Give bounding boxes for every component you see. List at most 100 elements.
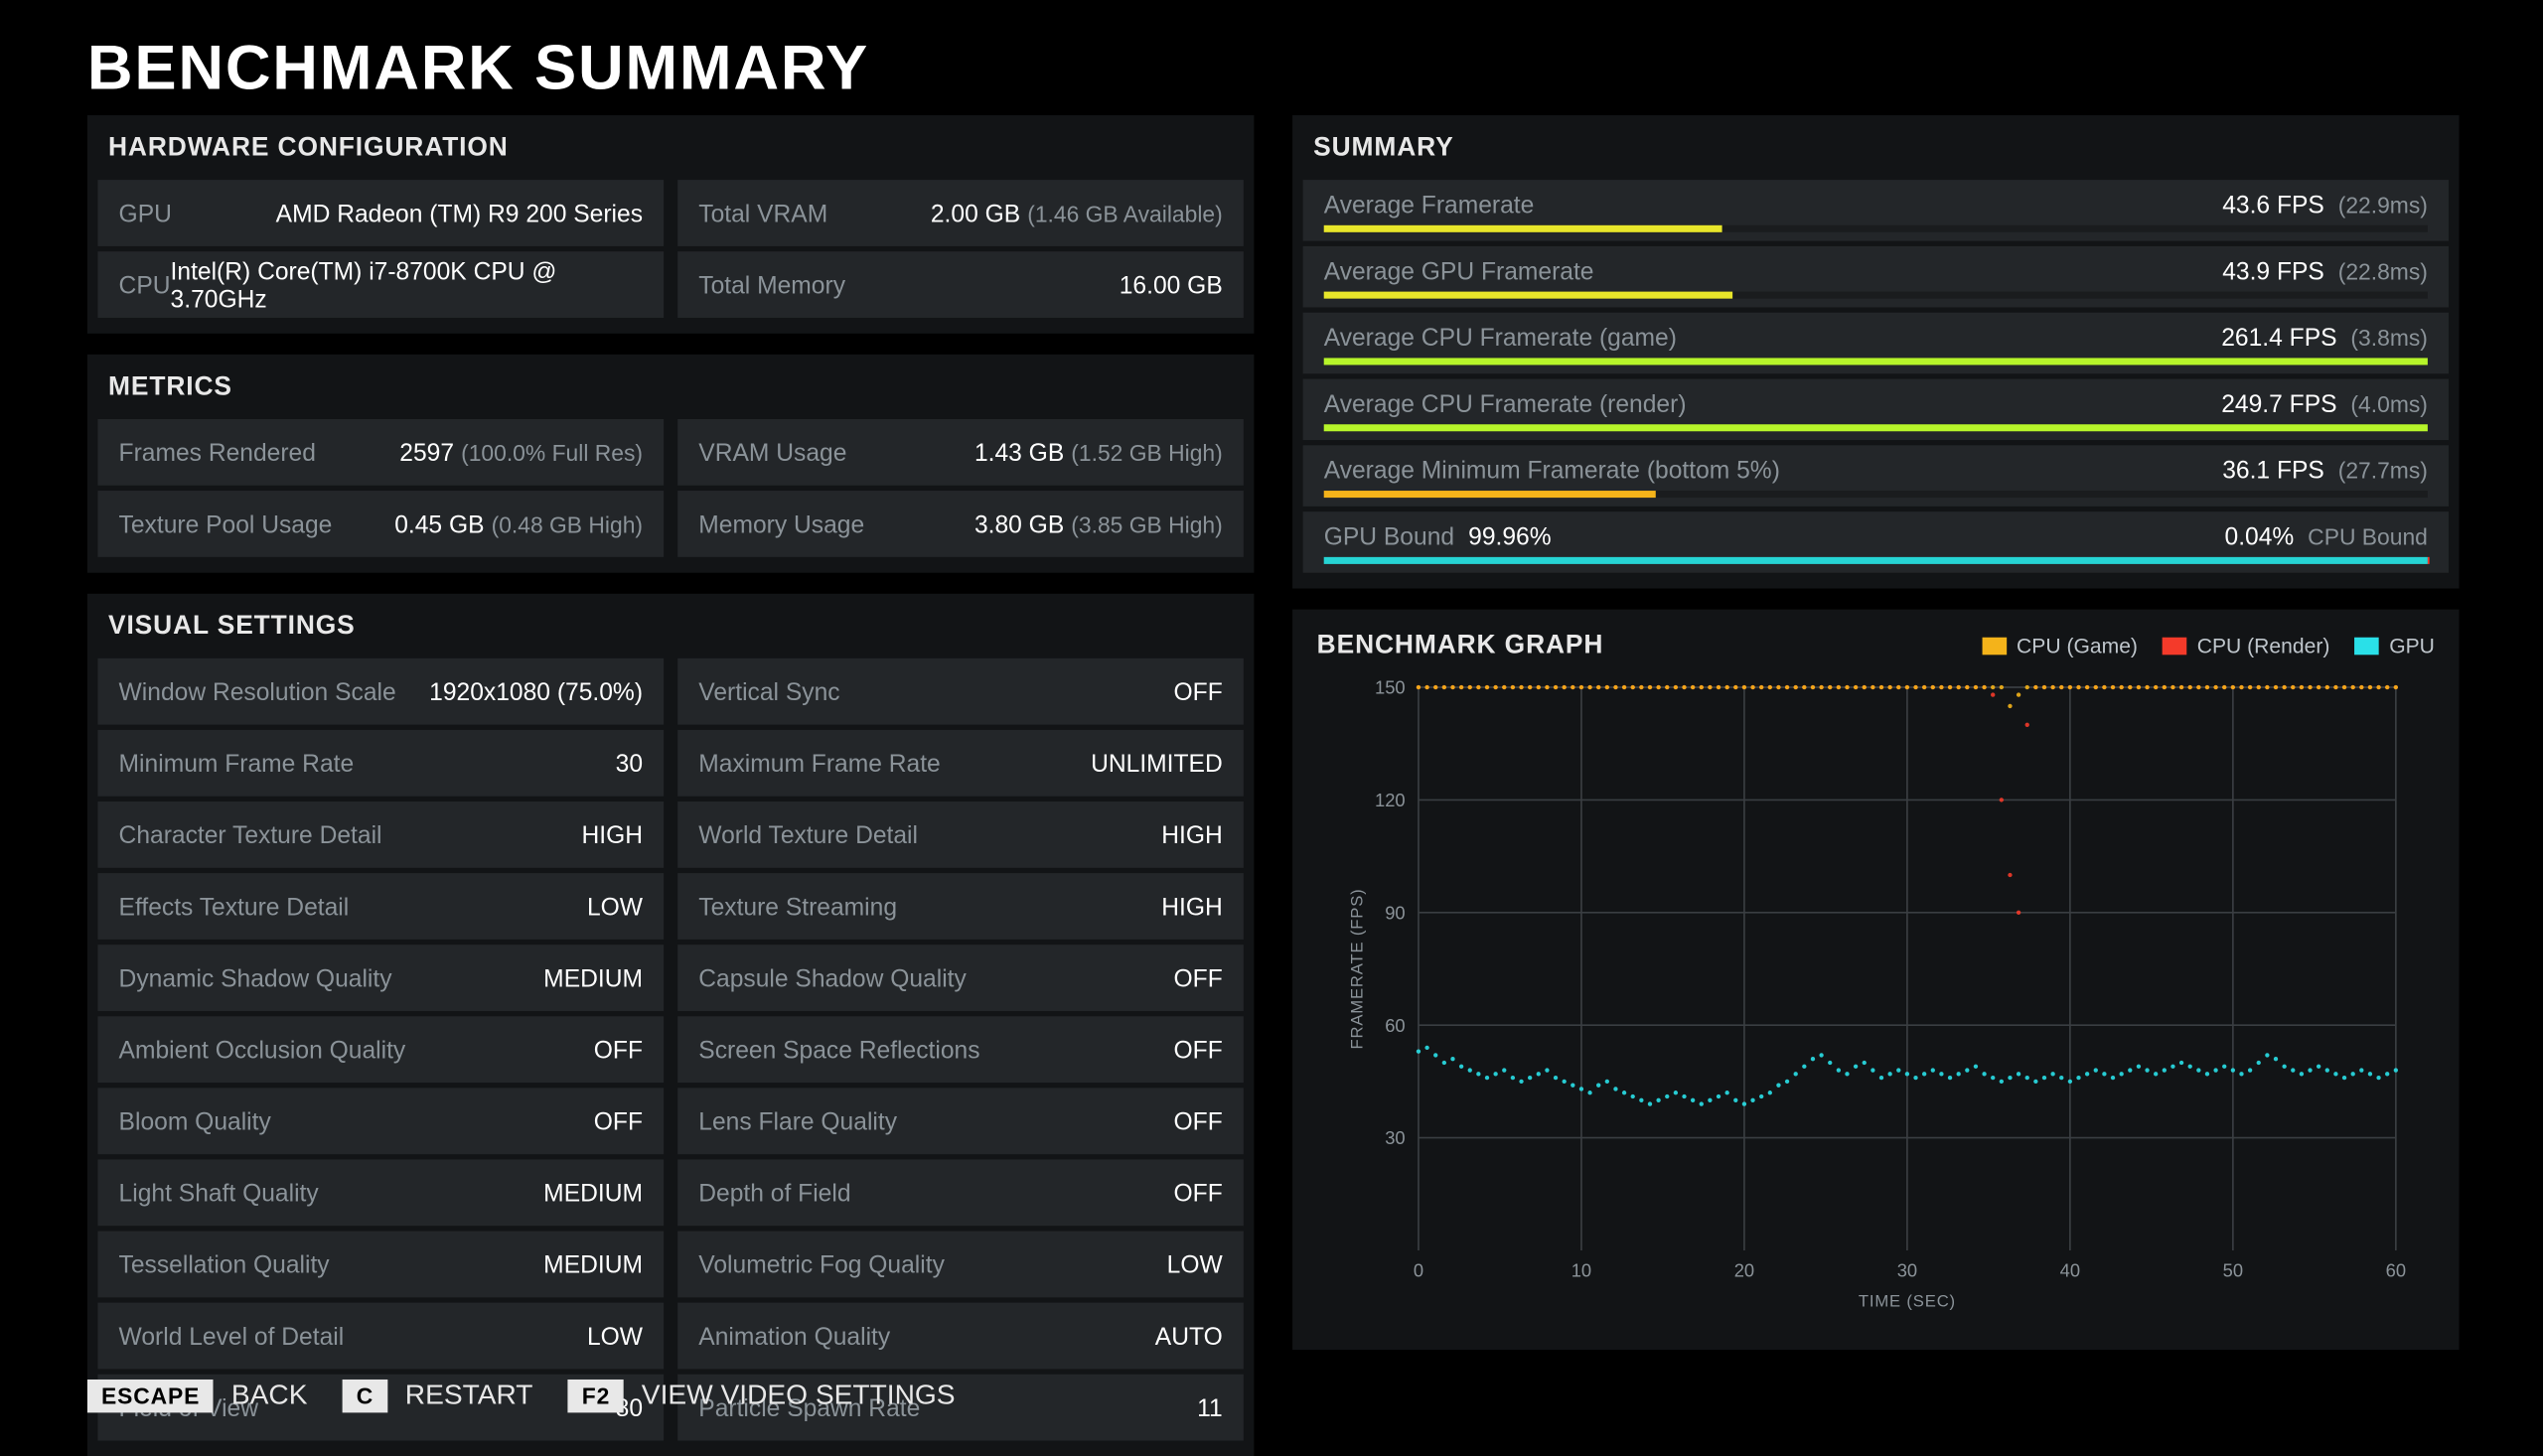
summary-section: SUMMARY Average Framerate43.6 FPS (22.9m…	[1292, 115, 2459, 588]
setting-row[interactable]: Minimum Frame Rate 30	[97, 730, 664, 797]
benchmark-graph: 0102030405060306090120150TIME (SEC)FRAME…	[1310, 674, 2439, 1317]
setting-row[interactable]: Capsule Shadow QualityOFF	[677, 945, 1244, 1011]
setting-row[interactable]: Volumetric Fog QualityLOW	[677, 1232, 1244, 1298]
setting-value: UNLIMITED	[1091, 749, 1223, 777]
svg-text:60: 60	[2386, 1260, 2406, 1281]
setting-value: AUTO	[1155, 1322, 1223, 1350]
hw-memory-label: Total Memory	[698, 271, 845, 299]
setting-label: Minimum Frame Rate	[119, 749, 355, 777]
setting-row[interactable]: Character Texture DetailHIGH	[97, 801, 664, 868]
setting-row[interactable]: Vertical Sync OFF	[677, 658, 1244, 725]
benchmark-graph-title: BENCHMARK GRAPH	[1317, 631, 1604, 660]
setting-value: LOW	[587, 892, 643, 920]
summary-label: Average Minimum Framerate (bottom 5%)	[1324, 456, 1780, 484]
setting-label: Effects Texture Detail	[119, 892, 350, 920]
hw-gpu: GPU AMD Radeon (TM) R9 200 Series	[97, 180, 664, 246]
summary-value: 43.6 FPS (22.9ms)	[2222, 191, 2428, 218]
summary-item: Average Framerate43.6 FPS (22.9ms)	[1303, 180, 2449, 241]
summary-bar	[1324, 225, 1721, 232]
setting-value: HIGH	[1161, 820, 1223, 848]
met-texpool: Texture Pool Usage 0.45 GB(0.48 GB High)	[97, 491, 664, 557]
met-vram: VRAM Usage 1.43 GB(1.52 GB High)	[677, 419, 1244, 486]
setting-label: Vertical Sync	[698, 677, 839, 705]
svg-text:150: 150	[1375, 677, 1406, 698]
setting-row[interactable]: Window Resolution Scale1920x1080 (75.0%)	[97, 658, 664, 725]
setting-row[interactable]: Bloom QualityOFF	[97, 1088, 664, 1154]
restart-label: RESTART	[405, 1381, 533, 1412]
view-video-settings-button[interactable]: F2 VIEW VIDEO SETTINGS	[568, 1380, 956, 1412]
summary-value: 43.9 FPS (22.8ms)	[2222, 256, 2428, 284]
summary-label: Average CPU Framerate (render)	[1324, 389, 1687, 417]
setting-row[interactable]: Texture StreamingHIGH	[677, 873, 1244, 940]
hw-cpu: CPU Intel(R) Core(TM) i7-8700K CPU @ 3.7…	[97, 251, 664, 318]
svg-text:90: 90	[1385, 902, 1405, 923]
summary-label: Average GPU Framerate	[1324, 256, 1594, 284]
legend-gpu: GPU	[2354, 633, 2435, 657]
svg-text:120: 120	[1375, 790, 1406, 810]
setting-label: World Level of Detail	[119, 1322, 345, 1350]
svg-text:50: 50	[2223, 1260, 2243, 1281]
setting-value: OFF	[594, 1107, 643, 1135]
summary-bar	[1324, 358, 2428, 364]
summary-value: 261.4 FPS (3.8ms)	[2221, 323, 2428, 351]
setting-row[interactable]: Maximum Frame Rate UNLIMITED	[677, 730, 1244, 797]
setting-value: OFF	[1174, 1107, 1223, 1135]
setting-value: HIGH	[1161, 892, 1223, 920]
f2-key-icon: F2	[568, 1380, 625, 1412]
setting-label: Animation Quality	[698, 1322, 890, 1350]
svg-text:30: 30	[1897, 1260, 1917, 1281]
footer: ESCAPE BACK C RESTART F2 VIEW VIDEO SETT…	[87, 1380, 956, 1412]
svg-text:40: 40	[2060, 1260, 2080, 1281]
hw-vram-label: Total VRAM	[698, 199, 827, 226]
summary-label: Average CPU Framerate (game)	[1324, 323, 1677, 351]
legend-cpu-game: CPU (Game)	[1982, 633, 2138, 657]
summary-bar	[1324, 424, 2428, 431]
metrics-section: METRICS Frames Rendered 2597(100.0% Full…	[87, 355, 1254, 573]
setting-label: Tessellation Quality	[119, 1250, 330, 1278]
setting-label: Character Texture Detail	[119, 820, 382, 848]
setting-row[interactable]: Lens Flare Quality OFF	[677, 1088, 1244, 1154]
svg-text:TIME (SEC): TIME (SEC)	[1859, 1292, 1956, 1311]
hardware-title: HARDWARE CONFIGURATION	[87, 115, 1254, 180]
setting-row[interactable]: Light Shaft Quality MEDIUM	[97, 1159, 664, 1226]
setting-value: 11	[1197, 1393, 1223, 1421]
restart-button[interactable]: C RESTART	[343, 1380, 533, 1412]
setting-row[interactable]: Ambient Occlusion Quality OFF	[97, 1016, 664, 1083]
setting-value: OFF	[1174, 677, 1223, 705]
c-key-icon: C	[343, 1380, 388, 1412]
setting-label: Light Shaft Quality	[119, 1179, 319, 1207]
setting-row[interactable]: Animation Quality AUTO	[677, 1303, 1244, 1370]
setting-row[interactable]: Effects Texture Detail LOW	[97, 873, 664, 940]
setting-row[interactable]: Tessellation QualityMEDIUM	[97, 1232, 664, 1298]
setting-row[interactable]: World Texture DetailHIGH	[677, 801, 1244, 868]
setting-value: MEDIUM	[543, 1179, 643, 1207]
svg-text:30: 30	[1385, 1127, 1405, 1148]
back-button[interactable]: ESCAPE BACK	[87, 1380, 308, 1412]
summary-item: Average GPU Framerate 43.9 FPS (22.8ms)	[1303, 246, 2449, 308]
setting-value: 30	[616, 749, 643, 777]
visual-settings-title: VISUAL SETTINGS	[87, 594, 1254, 658]
benchmark-graph-section: BENCHMARK GRAPH CPU (Game) CPU (Render) …	[1292, 610, 2459, 1350]
bound-bar	[1324, 557, 2428, 564]
gpu-cpu-bound: GPU Bound 99.96%0.04% CPU Bound	[1303, 511, 2449, 573]
setting-label: Lens Flare Quality	[698, 1107, 897, 1135]
cpu-bound-label: CPU Bound	[2308, 523, 2428, 549]
setting-row[interactable]: Dynamic Shadow QualityMEDIUM	[97, 945, 664, 1011]
view-video-settings-label: VIEW VIDEO SETTINGS	[642, 1381, 956, 1412]
met-mem: Memory Usage 3.80 GB(3.85 GB High)	[677, 491, 1244, 557]
setting-label: Maximum Frame Rate	[698, 749, 940, 777]
setting-value: OFF	[594, 1036, 643, 1064]
setting-value: OFF	[1174, 1036, 1223, 1064]
summary-item: Average CPU Framerate (render)249.7 FPS …	[1303, 379, 2449, 441]
setting-row[interactable]: Depth of FieldOFF	[677, 1159, 1244, 1226]
setting-label: Dynamic Shadow Quality	[119, 964, 392, 992]
hw-gpu-value: AMD Radeon (TM) R9 200 Series	[276, 199, 643, 226]
summary-bar	[1324, 491, 1655, 498]
setting-row[interactable]: Screen Space ReflectionsOFF	[677, 1016, 1244, 1083]
met-frames: Frames Rendered 2597(100.0% Full Res)	[97, 419, 664, 486]
svg-text:10: 10	[1571, 1260, 1591, 1281]
setting-row[interactable]: World Level of DetailLOW	[97, 1303, 664, 1370]
hardware-section: HARDWARE CONFIGURATION GPU AMD Radeon (T…	[87, 115, 1254, 334]
setting-label: Ambient Occlusion Quality	[119, 1036, 406, 1064]
hw-vram: Total VRAM 2.00 GB(1.46 GB Available)	[677, 180, 1244, 246]
